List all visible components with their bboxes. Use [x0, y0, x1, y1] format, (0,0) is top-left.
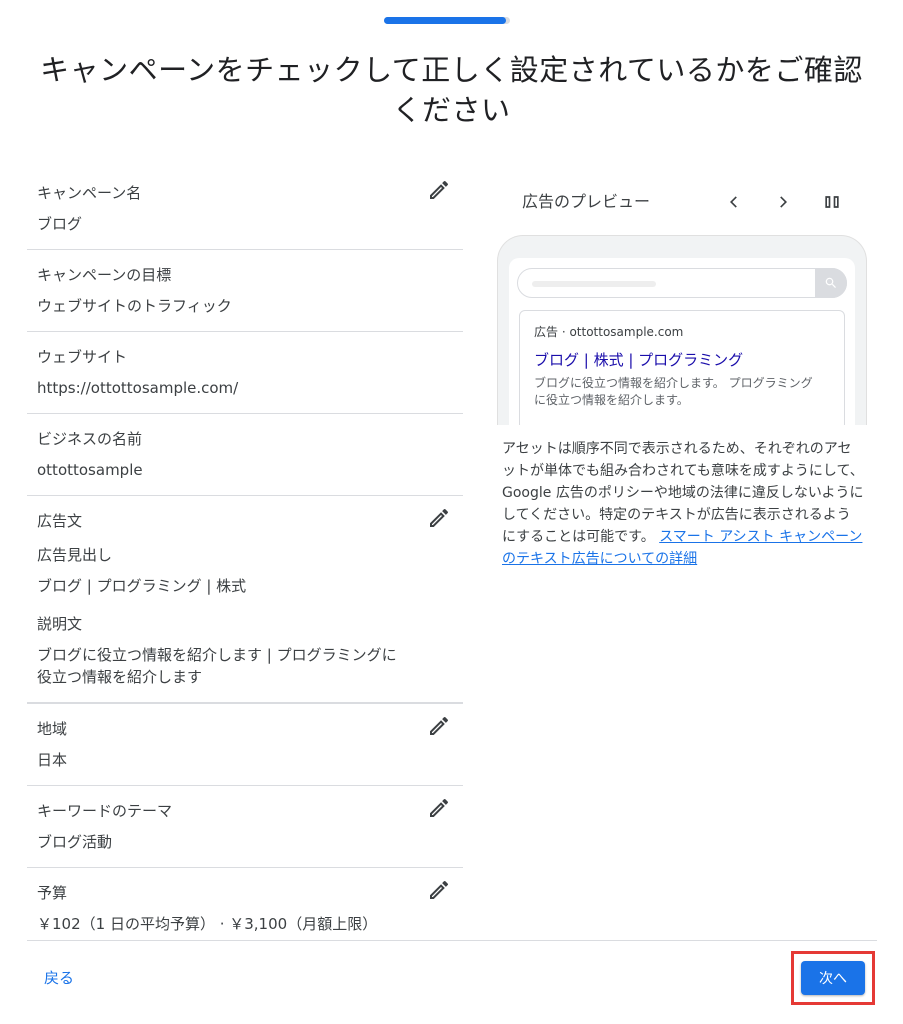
section-keyword-theme: キーワードのテーマ ブログ活動	[27, 786, 463, 868]
back-button[interactable]: 戻る	[44, 966, 74, 990]
progress-bar	[384, 17, 510, 24]
pencil-icon	[430, 508, 449, 527]
ad-headline: ブログ | 株式 | プログラミング	[534, 351, 744, 369]
headline-label: 広告見出し	[37, 546, 113, 564]
business-name-value: ottottosample	[37, 461, 143, 479]
region-label: 地域	[37, 720, 68, 738]
edit-keyword-theme-button[interactable]	[427, 796, 451, 820]
campaign-goal-label: キャンペーンの目標	[37, 266, 172, 284]
headline-value: ブログ | プログラミング | 株式	[37, 577, 247, 595]
next-button-highlight: 次へ	[791, 951, 875, 1005]
ad-preview-title: 広告のプレビュー	[522, 192, 651, 211]
search-icon	[825, 277, 836, 288]
split-view-icon	[825, 196, 839, 208]
pencil-icon	[430, 180, 449, 199]
next-preview-button[interactable]	[771, 188, 795, 216]
campaign-goal-value: ウェブサイトのトラフィック	[37, 297, 232, 315]
region-value: 日本	[37, 751, 68, 769]
mock-search-bar	[517, 268, 847, 298]
search-placeholder-line	[532, 281, 656, 287]
description-line2: 役立つ情報を紹介します	[37, 668, 203, 686]
business-name-label: ビジネスの名前	[37, 430, 143, 448]
chevron-right-icon	[780, 196, 787, 208]
edit-budget-button[interactable]	[427, 878, 451, 902]
edit-campaign-name-button[interactable]	[427, 178, 451, 202]
page-title: キャンペーンをチェックして正しく設定されているかをご確認 ください	[0, 50, 903, 130]
ad-preview-card: 広告 · ottottosample.com ブログ | 株式 | プログラミン…	[519, 310, 845, 425]
website-label: ウェブサイト	[37, 348, 128, 366]
campaign-name-value: ブログ	[37, 215, 83, 233]
ad-description-line2: に役立つ情報を紹介します。	[534, 393, 689, 407]
website-value: https://ottottosample.com/	[37, 379, 239, 397]
budget-label: 予算	[37, 884, 68, 902]
description-value: ブログに役立つ情報を紹介します | プログラミングに 役立つ情報を紹介します	[37, 644, 453, 688]
edit-region-button[interactable]	[427, 714, 451, 738]
ad-display-url: 広告 · ottottosample.com	[534, 325, 684, 339]
edit-ad-text-button[interactable]	[427, 506, 451, 530]
phone-mockup: 広告 · ottottosample.com ブログ | 株式 | プログラミン…	[497, 235, 867, 425]
phone-screen: 広告 · ottottosample.com ブログ | 株式 | プログラミン…	[509, 258, 855, 425]
description-label: 説明文	[37, 615, 83, 633]
split-view-button[interactable]	[820, 188, 844, 216]
section-ad-text: 広告文 広告見出し ブログ | プログラミング | 株式 説明文 ブログに役立つ…	[27, 496, 463, 704]
budget-value: ￥102（1 日の平均予算） · ￥3,100（月額上限）	[37, 915, 378, 933]
section-website: ウェブサイト https://ottottosample.com/	[27, 332, 463, 414]
section-business-name: ビジネスの名前 ottottosample	[27, 414, 463, 496]
ad-description: ブログに役立つ情報を紹介します。 プログラミング に役立つ情報を紹介します。	[534, 375, 830, 409]
page-title-line1: キャンペーンをチェックして正しく設定されているかをご確認	[40, 53, 863, 87]
pencil-icon	[430, 798, 449, 817]
mock-search-button	[815, 268, 847, 298]
ad-text-label: 広告文	[37, 512, 83, 530]
page-title-line2: ください	[392, 93, 511, 127]
chevron-left-icon	[730, 196, 737, 208]
ad-preview-header: 広告のプレビュー	[522, 188, 862, 216]
pencil-icon	[430, 880, 449, 899]
section-budget: 予算 ￥102（1 日の平均予算） · ￥3,100（月額上限）	[27, 868, 463, 949]
campaign-name-label: キャンペーン名	[37, 184, 142, 202]
keyword-theme-label: キーワードのテーマ	[37, 802, 173, 820]
pencil-icon	[430, 716, 449, 735]
section-region: 地域 日本	[27, 704, 463, 786]
description-line1: ブログに役立つ情報を紹介します | プログラミングに	[37, 646, 397, 664]
section-campaign-goal: キャンペーンの目標 ウェブサイトのトラフィック	[27, 250, 463, 332]
campaign-summary: キャンペーン名 ブログ キャンペーンの目標 ウェブサイトのトラフィック ウェブサ…	[27, 168, 463, 949]
keyword-theme-value: ブログ活動	[37, 833, 113, 851]
footer-divider	[27, 940, 877, 941]
previous-preview-button[interactable]	[722, 188, 746, 216]
ad-description-line1: ブログに役立つ情報を紹介します。 プログラミング	[534, 376, 813, 390]
asset-notice: アセットは順序不同で表示されるため、それぞれのアセットが単体でも組み合わされても…	[502, 438, 864, 570]
section-campaign-name: キャンペーン名 ブログ	[27, 168, 463, 250]
progress-bar-fill	[384, 17, 507, 24]
next-button[interactable]: 次へ	[801, 961, 865, 995]
